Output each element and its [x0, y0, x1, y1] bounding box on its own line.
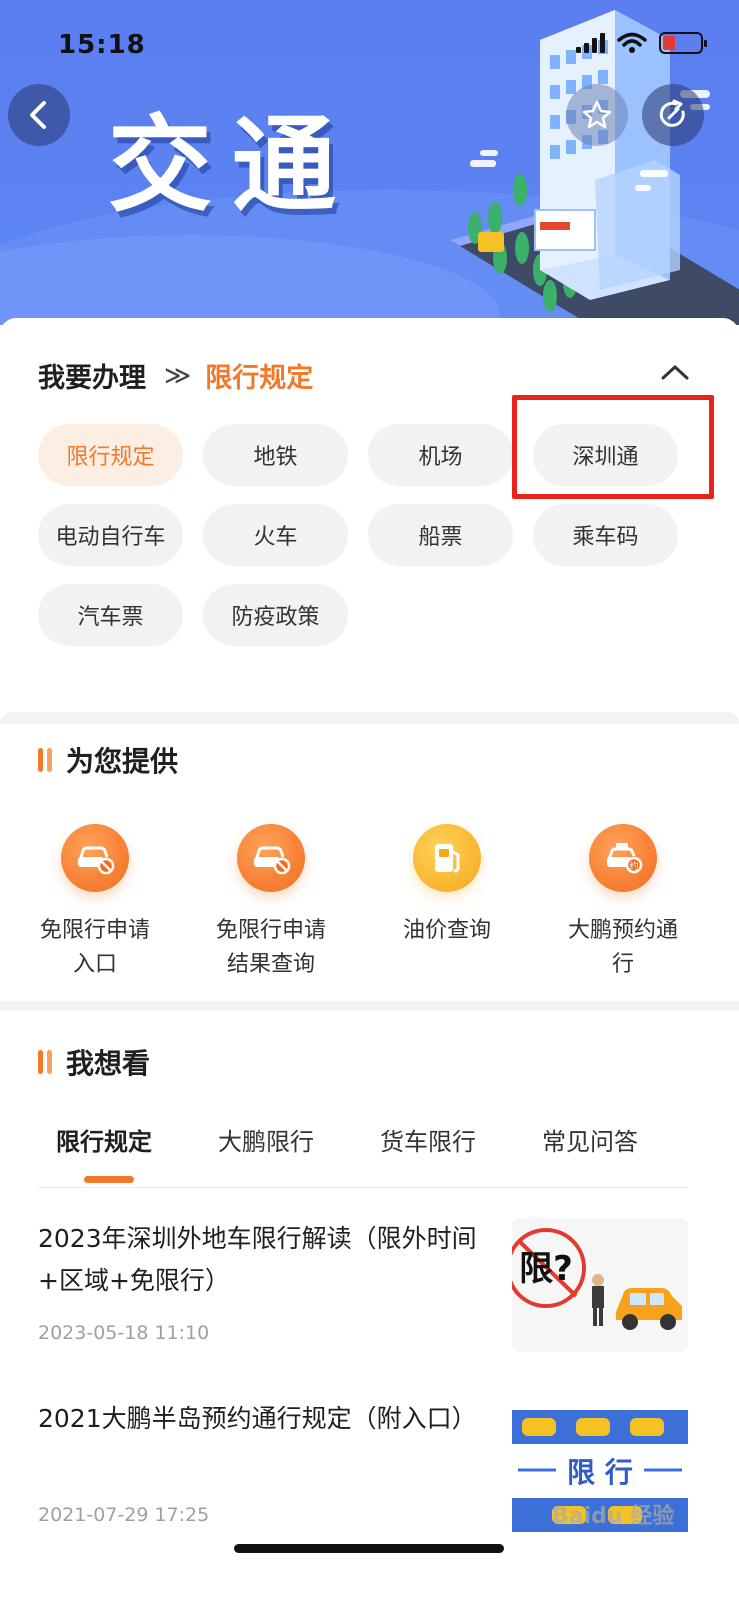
tab-active-indicator: [84, 1176, 134, 1183]
news-item[interactable]: 2023年深圳外地车限行解读（限外时间+区域+免限行） 2023-05-18 1…: [38, 1218, 688, 1358]
service-exemption-result[interactable]: 免限行申请 结果查询: [186, 824, 356, 982]
service-exemption-apply[interactable]: 免限行申请 入口: [10, 824, 180, 982]
svg-text:限?: 限?: [519, 1249, 573, 1289]
share-icon: [659, 99, 685, 127]
services-title-text: 为您提供: [66, 745, 179, 778]
section-bar-icon: [38, 1050, 52, 1074]
svg-text:约: 约: [629, 860, 638, 872]
chip-ebike[interactable]: 电动自行车: [38, 504, 183, 566]
service-label: 免限行申请 结果查询: [215, 918, 326, 977]
chip-ride-code[interactable]: 乘车码: [533, 504, 678, 566]
chip-airport[interactable]: 机场: [368, 424, 513, 486]
chip-ferry[interactable]: 船票: [368, 504, 513, 566]
back-button[interactable]: [8, 84, 70, 146]
svg-text:限 行: 限 行: [567, 1456, 633, 1489]
tab-truck[interactable]: 货车限行: [380, 1122, 476, 1157]
section-bar-icon: [38, 748, 52, 772]
car-prohibited-icon: [237, 824, 305, 892]
breadcrumb-prefix: 我要办理: [38, 363, 146, 394]
watch-title-text: 我想看: [66, 1047, 151, 1080]
chip-epidemic-policy[interactable]: 防疫政策: [203, 584, 348, 646]
star-icon: [582, 100, 612, 129]
watermark: Baidu 经验: [552, 1504, 675, 1529]
tab-xianxing[interactable]: 限行规定: [56, 1122, 152, 1157]
watch-tabs: 限行规定 大鹏限行 货车限行 常见问答: [38, 1112, 688, 1188]
double-chevron-icon: ≫: [164, 360, 192, 391]
news-title: 2023年深圳外地车限行解读（限外时间+区域+免限行）: [38, 1224, 477, 1295]
chip-xianxing[interactable]: 限行规定: [38, 424, 183, 486]
breadcrumb-current: 限行规定: [205, 363, 314, 394]
share-button[interactable]: [642, 84, 704, 146]
chip-train[interactable]: 火车: [203, 504, 348, 566]
news-thumbnail: 限?: [512, 1218, 688, 1352]
chevron-up-icon[interactable]: [660, 360, 690, 384]
news-date: 2021-07-29 17:25: [38, 1504, 210, 1526]
services-title: 为您提供: [38, 740, 178, 780]
favorite-button[interactable]: [566, 84, 628, 146]
header-banner: 15:18 交通: [0, 0, 739, 325]
fuel-pump-icon: [413, 824, 481, 892]
tab-dapeng[interactable]: 大鹏限行: [218, 1122, 314, 1157]
service-label: 油价查询: [402, 918, 491, 943]
watch-title: 我想看: [38, 1042, 150, 1082]
section-divider: [0, 1001, 739, 1011]
highlight-box: [512, 395, 714, 499]
page-title: 交通: [108, 104, 357, 226]
home-indicator: [234, 1544, 504, 1553]
battery-icon: [659, 32, 707, 54]
service-dapeng-reserve[interactable]: 约 大鹏预约通行: [538, 824, 708, 982]
service-label: 大鹏预约通行: [567, 918, 678, 977]
news-title: 2021大鹏半岛预约通行规定（附入口）: [38, 1404, 477, 1433]
service-fuel-price[interactable]: 油价查询: [362, 824, 532, 948]
service-label: 免限行申请 入口: [39, 918, 150, 977]
breadcrumb: 我要办理 ≫ 限行规定: [38, 356, 313, 395]
status-time: 15:18: [58, 30, 146, 60]
chevron-left-icon: [30, 101, 46, 129]
car-prohibited-icon: [61, 824, 129, 892]
tab-faq[interactable]: 常见问答: [542, 1122, 638, 1157]
chip-metro[interactable]: 地铁: [203, 424, 348, 486]
news-date: 2023-05-18 11:10: [38, 1322, 210, 1344]
status-icons: [576, 32, 707, 54]
cellular-signal-icon: [576, 33, 605, 53]
taxi-reserve-icon: 约: [589, 824, 657, 892]
chip-bus-ticket[interactable]: 汽车票: [38, 584, 183, 646]
wifi-icon: [617, 32, 647, 53]
section-divider: [0, 712, 739, 724]
